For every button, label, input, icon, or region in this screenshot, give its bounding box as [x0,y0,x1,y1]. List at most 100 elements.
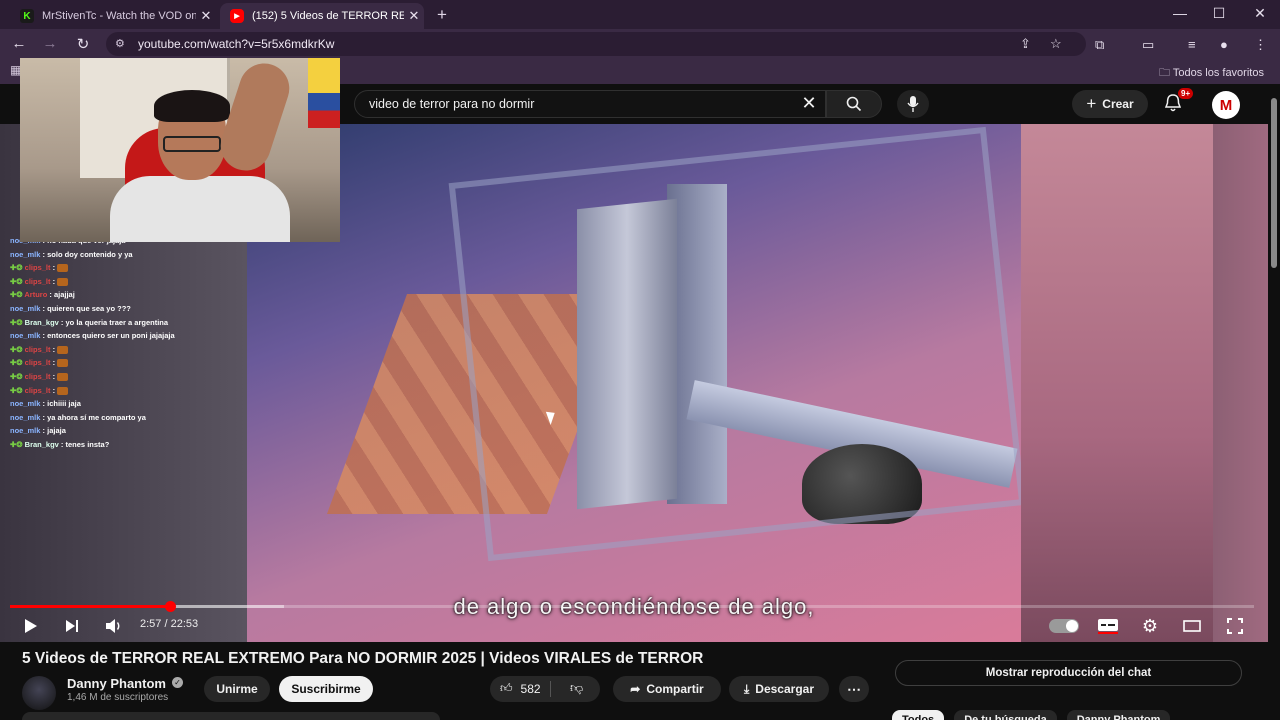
chat-username[interactable]: noe_mlk [10,413,40,422]
scrollbar-thumb[interactable] [1271,98,1277,268]
chat-badge-icon: ✚❂ [10,439,25,449]
gear-icon: ⚙ [1141,615,1159,636]
chat-username[interactable]: clips_lt [25,277,51,286]
chat-username[interactable]: noe_mlk [10,331,40,340]
settings-button[interactable]: ⚙ [1139,614,1161,638]
play-button[interactable] [20,614,42,638]
chat-username[interactable]: noe_mlk [10,426,40,435]
chat-badge-icon: ✚❂ [10,385,25,395]
profile-icon[interactable]: ● [1220,37,1228,52]
theater-mode-button[interactable] [1181,614,1203,638]
join-button[interactable]: Unirme [204,676,270,702]
chat-username[interactable]: noe_mlk [10,399,40,408]
reload-button[interactable]: ↻ [73,35,93,53]
browser-window: K MrStivenTc - Watch the VOD on ✕ ▶ (152… [0,0,1280,720]
chat-text: entonces quiero ser un poni jajajaja [47,331,175,341]
tab-title: MrStivenTc - Watch the VOD on [42,10,196,22]
extensions-icon[interactable]: ⧉ [1095,37,1104,53]
new-tab-button[interactable]: + [432,5,452,25]
search-box[interactable]: video de terror para no dormir ✕ [354,90,826,118]
chat-username[interactable]: clips_lt [25,263,51,272]
like-dislike-bar: 👍︎ 582 👎︎ [490,676,600,702]
search-button[interactable] [826,90,882,118]
chat-text: tenes insta? [65,439,110,449]
all-bookmarks-folder[interactable]: 🗀 Todos los favoritos [1159,64,1264,83]
media-controls-icon[interactable]: ≡ [1188,37,1196,52]
tab-title: (152) 5 Videos de TERROR REAL [252,10,404,22]
install-app-icon[interactable]: ⇪ [1020,36,1031,52]
show-chat-replay-button[interactable]: Mostrar reproducción del chat [895,660,1242,686]
clear-search-icon[interactable]: ✕ [799,93,819,114]
chat-username[interactable]: noe_mlk [10,304,40,313]
notifications-button[interactable]: 9+ [1164,88,1194,115]
chat-message: noe_mlk : ya ahora sí me comparto ya [10,412,146,422]
site-info-icon[interactable]: ⚙ [115,37,125,50]
tab-youtube-video[interactable]: ▶ (152) 5 Videos de TERROR REAL ✕ [220,3,424,29]
download-icon: ⤓ [743,681,750,696]
close-window-button[interactable]: ✕ [1250,5,1270,22]
subscribe-button[interactable]: Suscribirme [279,676,373,702]
channel-name[interactable]: Danny Phantom [67,676,166,691]
video-frame [247,124,1021,642]
share-icon: ➦ [630,682,641,696]
download-button[interactable]: ⤓ Descargar [729,676,829,702]
omnibox[interactable]: ⚙ youtube.com/watch?v=5r5x6mdkrKw ⇪ ☆ [106,32,1086,56]
chat-username[interactable]: Bran_kgv [25,440,59,449]
like-button[interactable]: 👍︎ 582 [500,681,541,696]
chat-message: noe_mlk : solo doy contenido y ya [10,249,133,259]
cctv-frame [448,126,1021,562]
dislike-button[interactable]: 👎︎ [570,680,583,696]
webcam-hair [154,90,230,122]
chat-badge-icon: ✚❂ [10,263,25,273]
chat-username[interactable]: Bran_kgv [25,318,59,327]
close-tab-icon[interactable]: ✕ [196,8,216,24]
bookmark-star-icon[interactable]: ☆ [1050,36,1062,52]
chat-message: ✚❂ clips_lt : [10,263,250,277]
share-button[interactable]: ➦ Compartir [613,676,721,702]
divider [550,681,551,697]
forward-button[interactable]: → [40,35,60,52]
chat-username[interactable]: Arturo [24,290,47,299]
menu-icon[interactable]: ⋮ [1254,37,1267,53]
notification-badge: 9+ [1178,88,1194,99]
account-avatar[interactable]: M [1212,91,1240,119]
volume-button[interactable] [103,614,125,638]
chat-message: noe_mlk : jajaja [10,426,66,436]
like-count: 582 [520,681,541,696]
subtitles-button[interactable] [1097,614,1119,638]
chat-username[interactable]: clips_lt [25,345,51,354]
chip-from-search[interactable]: De tu búsqueda [954,710,1057,720]
filter-chips: Todos De tu búsqueda Danny Phantom [892,710,1171,720]
maximize-button[interactable]: ☐ [1209,5,1229,22]
verified-icon: ✓ [172,677,183,688]
create-button[interactable]: + Crear [1072,90,1148,118]
chat-message: ✚❂ clips_lt : [10,358,250,372]
chat-username[interactable]: clips_lt [25,386,51,395]
tab-kick-vod[interactable]: K MrStivenTc - Watch the VOD on ✕ [10,3,216,29]
voice-search-button[interactable] [897,90,929,118]
emote-icon [57,359,69,368]
chip-channel[interactable]: Danny Phantom [1066,710,1171,720]
progress-bar[interactable] [10,601,1254,612]
chat-username[interactable]: noe_mlk [10,250,40,259]
chat-message: noe_mlk : entonces quiero ser un poni ja… [10,331,175,341]
back-button[interactable]: ← [9,35,29,52]
fullscreen-button[interactable] [1224,614,1246,638]
close-tab-icon[interactable]: ✕ [404,8,424,24]
chip-all[interactable]: Todos [892,710,945,720]
chat-text: yo la queria traer a argentina [65,317,169,327]
page-scrollbar[interactable] [1268,84,1280,720]
autoplay-toggle[interactable] [1049,619,1079,633]
webcam-glasses [163,136,221,152]
screen-share-icon[interactable]: ▭ [1142,37,1154,53]
next-button[interactable] [61,614,83,638]
description-box[interactable] [22,712,440,720]
chat-username[interactable]: clips_lt [25,372,51,381]
channel-avatar[interactable] [22,676,56,710]
search-input[interactable]: video de terror para no dormir [369,97,534,111]
more-actions-button[interactable]: ⋯ [839,676,869,702]
emote-icon [57,386,69,395]
minimize-button[interactable]: — [1170,5,1190,21]
plus-icon: + [1086,94,1097,113]
chat-username[interactable]: clips_lt [25,358,51,367]
